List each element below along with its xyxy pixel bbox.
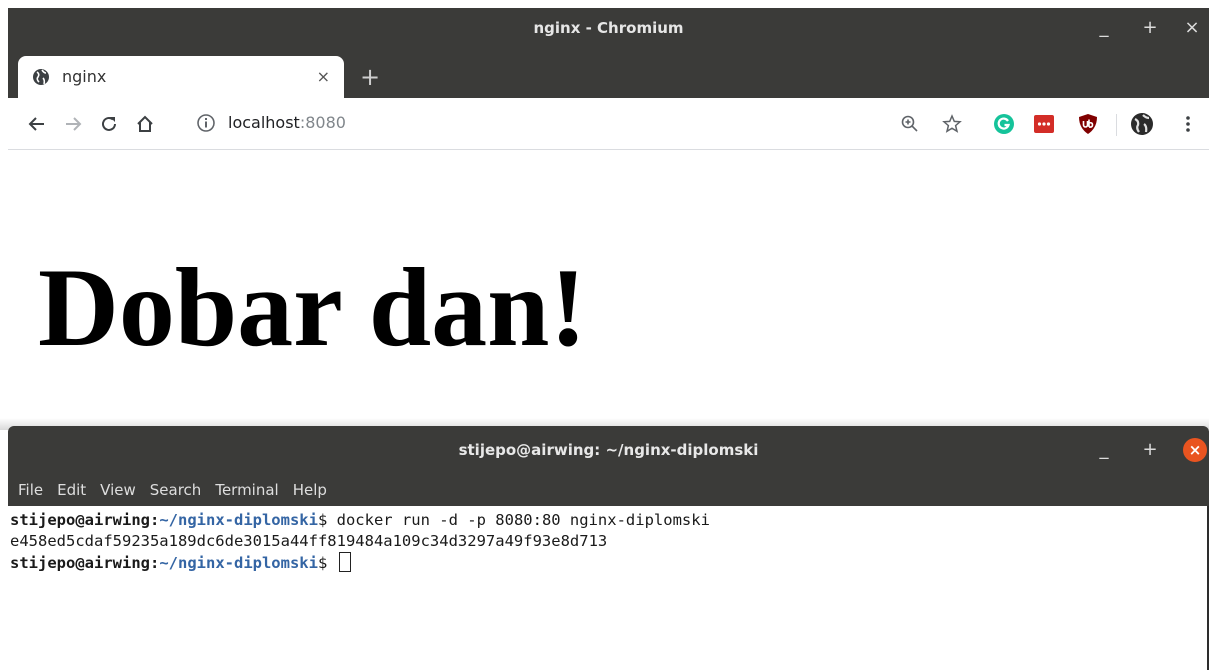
bookmark-button[interactable]: [940, 112, 964, 136]
browser-maximize-button[interactable]: +: [1138, 16, 1162, 40]
prompt-path: ~/nginx-diplomski: [159, 554, 318, 572]
command-text: docker run -d -p 8080:80 nginx-diplomski: [336, 511, 710, 529]
globe-icon: [33, 69, 49, 85]
tab-close-button[interactable]: ×: [317, 56, 330, 98]
browser-toolbar: localhost:8080: [8, 98, 1209, 150]
url-text[interactable]: localhost:8080: [228, 104, 346, 142]
terminal-maximize-button[interactable]: +: [1138, 438, 1162, 462]
url-port: :8080: [299, 113, 346, 132]
prompt-dollar: $: [317, 511, 337, 529]
prompt-separator: :: [149, 554, 160, 572]
terminal-line-output: e458ed5cdaf59235a189dc6de3015a44ff819484…: [10, 532, 608, 550]
grammarly-extension[interactable]: [992, 112, 1016, 136]
menu-help[interactable]: Help: [286, 474, 334, 506]
terminal-line-command: stijepo@airwing:~/nginx-diplomski$ docke…: [10, 510, 1207, 531]
back-button[interactable]: [22, 109, 52, 139]
arrow-right-icon: [66, 117, 82, 131]
kebab-menu-icon: [1186, 116, 1190, 132]
zoom-in-icon: [901, 115, 918, 132]
terminal-output[interactable]: stijepo@airwing:~/nginx-diplomski$ docke…: [8, 506, 1209, 670]
prompt-user: stijepo@airwing: [10, 511, 150, 529]
prompt-path: ~/nginx-diplomski: [159, 511, 318, 529]
menu-view[interactable]: View: [93, 474, 143, 506]
info-icon[interactable]: [196, 113, 216, 133]
arrow-left-icon: [28, 117, 44, 131]
lastpass-icon: [1034, 115, 1054, 133]
terminal-titlebar: stijepo@airwing: ~/nginx-diplomski _ + ×: [8, 426, 1209, 474]
terminal-window-title: stijepo@airwing: ~/nginx-diplomski: [458, 441, 759, 459]
profile-avatar[interactable]: [1130, 112, 1154, 136]
avatar-icon: [1131, 113, 1153, 135]
web-page-content: Dobar dan!: [8, 151, 1209, 423]
chrome-menu-button[interactable]: [1176, 112, 1200, 136]
tab-title: nginx: [62, 67, 107, 86]
reload-button[interactable]: [94, 109, 124, 139]
menu-search[interactable]: Search: [143, 474, 209, 506]
prompt-dollar: $: [317, 554, 337, 572]
lastpass-extension[interactable]: [1032, 112, 1056, 136]
browser-minimize-button[interactable]: _: [1092, 16, 1116, 40]
forward-button[interactable]: [58, 109, 88, 139]
menu-edit[interactable]: Edit: [50, 474, 93, 506]
terminal-minimize-button[interactable]: _: [1092, 438, 1116, 462]
ublock-extension[interactable]: [1076, 112, 1100, 136]
browser-close-button[interactable]: ×: [1180, 16, 1204, 40]
reload-icon: [102, 116, 116, 131]
new-tab-button[interactable]: +: [352, 60, 388, 94]
menu-terminal[interactable]: Terminal: [208, 474, 285, 506]
terminal-close-button[interactable]: ×: [1183, 438, 1207, 462]
terminal-menubar: File Edit View Search Terminal Help: [8, 474, 1209, 506]
zoom-button[interactable]: [898, 112, 922, 136]
menu-file[interactable]: File: [8, 474, 50, 506]
page-heading: Dobar dan!: [38, 246, 587, 370]
prompt-separator: :: [149, 511, 160, 529]
ublock-origin-icon: [1079, 114, 1097, 134]
browser-titlebar: nginx - Chromium _ + × nginx × +: [8, 8, 1209, 98]
star-icon: [942, 114, 962, 133]
terminal-line-prompt: stijepo@airwing:~/nginx-diplomski$: [10, 552, 1207, 574]
browser-window-title: nginx - Chromium: [533, 19, 684, 37]
toolbar-divider: [1116, 114, 1117, 136]
tab-nginx[interactable]: nginx ×: [18, 56, 344, 98]
home-icon: [137, 115, 153, 132]
grammarly-icon: [994, 114, 1014, 134]
prompt-user: stijepo@airwing: [10, 554, 150, 572]
text-cursor: [338, 552, 351, 572]
url-host: localhost: [228, 113, 300, 132]
home-button[interactable]: [130, 109, 160, 139]
address-bar[interactable]: localhost:8080: [196, 104, 976, 142]
